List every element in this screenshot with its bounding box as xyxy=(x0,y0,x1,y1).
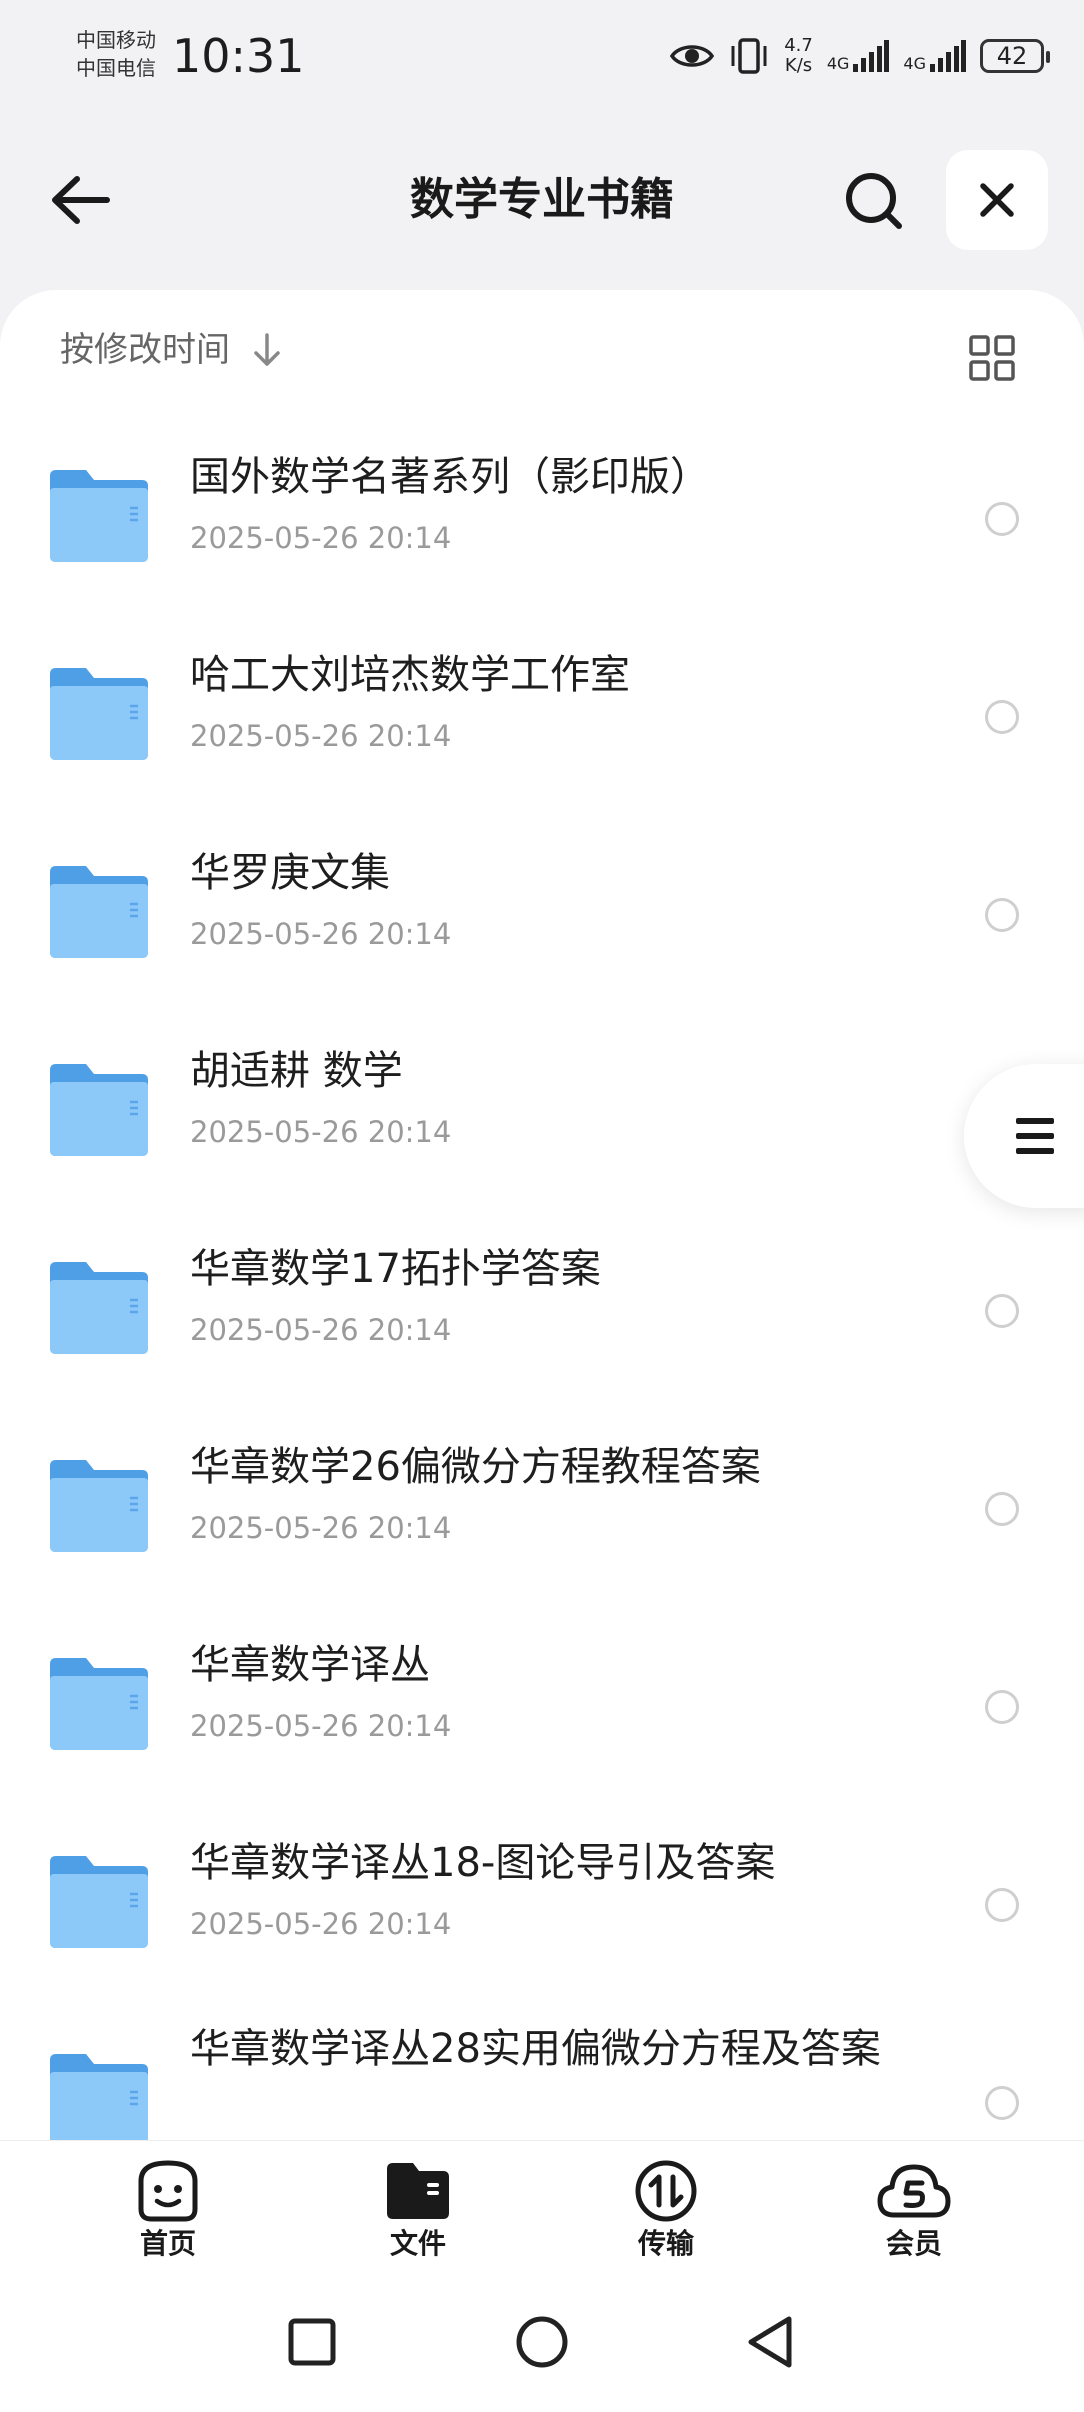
battery-level: 42 xyxy=(996,42,1028,70)
select-checkbox[interactable] xyxy=(985,1888,1019,1922)
list-item[interactable]: 国外数学名著系列（影印版） 2025-05-26 20:14 xyxy=(0,420,1084,618)
select-checkbox[interactable] xyxy=(985,1690,1019,1724)
back-nav-button[interactable] xyxy=(740,2312,800,2372)
list-item[interactable]: 华章数学译丛18-图论导引及答案 2025-05-26 20:14 xyxy=(0,1806,1084,2004)
circle-icon xyxy=(516,2316,568,2368)
page-title: 数学专业书籍 xyxy=(410,174,674,225)
select-checkbox[interactable] xyxy=(985,1492,1019,1526)
modified-date: 2025-05-26 20:14 xyxy=(190,1907,452,1941)
select-checkbox[interactable] xyxy=(985,700,1019,734)
folder-icon xyxy=(50,470,148,562)
network-speed-value: 4.7 xyxy=(784,35,813,56)
battery-indicator: 42 xyxy=(980,39,1050,73)
square-icon xyxy=(288,2318,336,2366)
nav-vip[interactable]: 会员 xyxy=(844,2159,984,2261)
search-icon xyxy=(846,173,902,229)
cloud-vip-icon xyxy=(877,2164,951,2218)
folder-icon xyxy=(50,1064,148,1156)
modified-date: 2025-05-26 20:14 xyxy=(190,1313,452,1347)
carrier-1: 中国移动 xyxy=(76,28,156,52)
signal-bars-icon xyxy=(853,40,890,72)
network-speed-unit: K/s xyxy=(784,55,813,76)
signal-1: 4G xyxy=(827,40,890,72)
folder-icon xyxy=(50,1856,148,1948)
nav-home[interactable]: 首页 xyxy=(98,2159,238,2261)
sort-label: 按修改时间 xyxy=(60,330,230,370)
modified-date: 2025-05-26 20:14 xyxy=(190,521,452,555)
signal-2: 4G xyxy=(903,40,966,72)
folder-files-icon xyxy=(387,2163,449,2219)
arrow-down-icon xyxy=(254,333,280,366)
nav-files-label: 文件 xyxy=(389,2227,446,2260)
carrier-2: 中国电信 xyxy=(76,56,156,80)
list-item[interactable]: 哈工大刘培杰数学工作室 2025-05-26 20:14 xyxy=(0,618,1084,816)
list-item[interactable]: 华章数学译丛28实用偏微分方程及答案 xyxy=(0,2004,1084,2140)
file-list-panel: 按修改时间 国外数学名著系列（影印版） 2025-05-26 20:14 哈工大… xyxy=(0,290,1084,2140)
smiley-home-icon xyxy=(138,2160,198,2222)
folder-icon xyxy=(50,1262,148,1354)
sort-button[interactable]: 按修改时间 xyxy=(60,330,282,370)
list-item[interactable]: 华章数学译丛 2025-05-26 20:14 xyxy=(0,1608,1084,1806)
folder-name: 胡适耕 数学 xyxy=(190,1048,403,1094)
folder-name: 国外数学名著系列（影印版） xyxy=(190,454,710,500)
folder-name: 哈工大刘培杰数学工作室 xyxy=(190,652,630,698)
modified-date: 2025-05-26 20:14 xyxy=(190,1115,452,1149)
network-type-1: 4G xyxy=(826,54,850,73)
folder-name: 华章数学17拓扑学答案 xyxy=(190,1246,601,1292)
view-toggle-button[interactable] xyxy=(964,330,1020,386)
select-checkbox[interactable] xyxy=(985,898,1019,932)
menu-icon xyxy=(1016,1118,1054,1154)
select-checkbox[interactable] xyxy=(985,502,1019,536)
folder-icon xyxy=(50,668,148,760)
select-checkbox[interactable] xyxy=(985,2086,1019,2120)
list-item[interactable]: 华罗庚文集 2025-05-26 20:14 xyxy=(0,816,1084,1014)
sort-bar: 按修改时间 xyxy=(0,290,1084,420)
search-button[interactable] xyxy=(832,166,916,236)
nav-home-label: 首页 xyxy=(139,2227,196,2260)
list-item[interactable]: 胡适耕 数学 2025-05-26 20:14 xyxy=(0,1014,1084,1212)
header: 数学专业书籍 xyxy=(0,140,1084,260)
bottom-nav: 首页 文件 传输 会员 xyxy=(0,2140,1084,2271)
folder-icon xyxy=(50,2054,148,2140)
folder-name: 华章数学译丛 xyxy=(190,1642,430,1688)
modified-date: 2025-05-26 20:14 xyxy=(190,719,452,753)
folder-name: 华章数学26偏微分方程教程答案 xyxy=(190,1444,761,1490)
transfer-icon xyxy=(635,2160,697,2222)
eye-icon xyxy=(670,45,715,67)
carrier-info: 中国移动 中国电信 xyxy=(76,26,156,82)
network-speed: 4.7 K/s xyxy=(784,36,813,76)
folder-icon xyxy=(50,866,148,958)
system-nav-bar xyxy=(0,2270,1084,2412)
clock: 10:31 xyxy=(172,29,305,83)
network-type-2: 4G xyxy=(903,54,926,73)
status-bar: 中国移动 中国电信 10:31 4.7 K/s 4G 4G 42 xyxy=(0,0,1084,110)
nav-transfer[interactable]: 传输 xyxy=(596,2159,736,2261)
triangle-back-icon xyxy=(748,2316,792,2368)
select-checkbox[interactable] xyxy=(985,1294,1019,1328)
vibrate-icon xyxy=(731,38,767,74)
list-item[interactable]: 华章数学26偏微分方程教程答案 2025-05-26 20:14 xyxy=(0,1410,1084,1608)
nav-files[interactable]: 文件 xyxy=(348,2159,488,2261)
modified-date: 2025-05-26 20:14 xyxy=(190,1709,452,1743)
close-button[interactable] xyxy=(946,150,1048,250)
list-item[interactable]: 华章数学17拓扑学答案 2025-05-26 20:14 xyxy=(0,1212,1084,1410)
modified-date: 2025-05-26 20:14 xyxy=(190,917,452,951)
grid-view-icon xyxy=(969,335,1015,381)
modified-date: 2025-05-26 20:14 xyxy=(190,1511,452,1545)
folder-list: 国外数学名著系列（影印版） 2025-05-26 20:14 哈工大刘培杰数学工… xyxy=(0,420,1084,2140)
signal-bars-icon xyxy=(930,40,966,72)
close-icon xyxy=(980,183,1014,217)
folder-name: 华罗庚文集 xyxy=(190,850,390,896)
folder-icon xyxy=(50,1460,148,1552)
nav-vip-label: 会员 xyxy=(885,2227,942,2260)
folder-name: 华章数学译丛18-图论导引及答案 xyxy=(190,1840,776,1886)
home-button[interactable] xyxy=(512,2312,572,2372)
status-icons: 4.7 K/s 4G 4G 42 xyxy=(670,28,1050,84)
folder-icon xyxy=(50,1658,148,1750)
nav-transfer-label: 传输 xyxy=(637,2227,694,2260)
recent-apps-button[interactable] xyxy=(282,2312,342,2372)
folder-name: 华章数学译丛28实用偏微分方程及答案 xyxy=(190,2026,881,2072)
